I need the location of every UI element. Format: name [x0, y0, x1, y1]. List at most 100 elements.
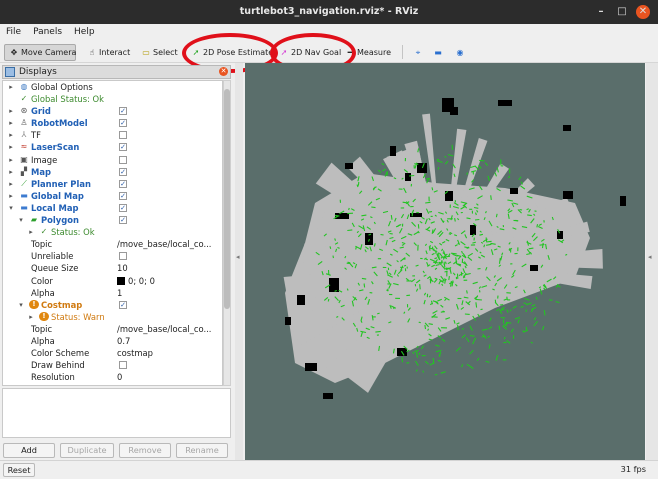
- expanded-arrow-icon[interactable]: ▾: [7, 202, 15, 214]
- reset-button[interactable]: Reset: [3, 463, 35, 477]
- pose-particle: [488, 344, 491, 349]
- duplicate-button[interactable]: Duplicate: [60, 443, 114, 458]
- scrollbar-thumb[interactable]: [224, 89, 230, 309]
- interact-button[interactable]: ☝ Interact: [82, 44, 135, 61]
- property-value-text: 0: [117, 384, 122, 385]
- display-row[interactable]: ▸! Status: Warn: [3, 311, 222, 323]
- display-row[interactable]: Unreliable: [3, 250, 222, 262]
- pose-particle: [523, 302, 527, 305]
- minus-button[interactable]: ▬: [428, 44, 450, 61]
- display-row[interactable]: Alpha 1: [3, 287, 222, 299]
- collapsed-arrow-icon[interactable]: ▸: [7, 117, 15, 129]
- display-row[interactable]: ✓ Global Status: Ok: [3, 93, 222, 105]
- menu-panels[interactable]: Panels: [33, 27, 62, 37]
- visibility-checkbox[interactable]: ✓: [119, 300, 127, 309]
- property-value[interactable]: 0.7: [117, 335, 130, 347]
- visibility-checkbox[interactable]: ✓: [119, 179, 127, 188]
- visibility-checkbox[interactable]: [119, 131, 127, 140]
- expanded-arrow-icon[interactable]: ▾: [17, 214, 25, 226]
- visibility-checkbox[interactable]: [119, 361, 127, 370]
- display-row[interactable]: Topic/move_base/local_co...: [3, 238, 222, 250]
- display-row[interactable]: ▸ ⟋ Planner Plan ✓: [3, 178, 222, 190]
- hand-icon: ☝: [89, 48, 95, 57]
- display-row[interactable]: Draw Behind: [3, 359, 222, 371]
- display-row[interactable]: ▸ ◍ Global Options: [3, 81, 222, 93]
- pose-particle: [377, 169, 382, 173]
- collapse-left-icon[interactable]: ◂: [236, 253, 240, 261]
- expanded-arrow-icon[interactable]: ▾: [17, 299, 25, 311]
- visibility-checkbox[interactable]: ✓: [119, 143, 127, 152]
- display-row[interactable]: ▸ ✓ Status: Ok: [3, 226, 222, 238]
- menu-file[interactable]: File: [6, 27, 21, 37]
- display-row[interactable]: ▾ ▬ Local Map ✓: [3, 202, 222, 214]
- collapsed-arrow-icon[interactable]: ▸: [7, 190, 15, 202]
- visibility-checkbox[interactable]: ✓: [119, 191, 127, 200]
- views-collapse-bar[interactable]: ◂: [646, 63, 658, 460]
- display-row[interactable]: ▸ ♙ RobotModel ✓: [3, 117, 222, 129]
- visibility-checkbox[interactable]: ✓: [119, 107, 127, 116]
- visibility-checkbox[interactable]: [119, 155, 127, 164]
- visibility-checkbox[interactable]: [119, 252, 127, 261]
- display-row[interactable]: ▸ ▣ Image: [3, 154, 222, 166]
- visibility-checkbox[interactable]: ✓: [119, 216, 127, 225]
- property-value[interactable]: 10: [117, 262, 128, 274]
- collapsed-arrow-icon[interactable]: ▸: [7, 141, 15, 153]
- collapsed-arrow-icon[interactable]: ▸: [7, 166, 15, 178]
- pose-particle: [416, 351, 418, 358]
- rename-button[interactable]: Rename: [176, 443, 228, 458]
- focus-camera-button[interactable]: ⌖: [408, 44, 430, 61]
- menu-help[interactable]: Help: [74, 27, 95, 37]
- display-row[interactable]: ▸ ≈ LaserScan ✓: [3, 141, 222, 153]
- display-row[interactable]: Color 0; 0; 0: [3, 275, 222, 287]
- display-row[interactable]: Queue Size 10: [3, 262, 222, 274]
- select-button[interactable]: ▭ Select: [136, 44, 183, 61]
- pose-particle: [469, 349, 474, 355]
- property-value[interactable]: /move_base/local_co...: [117, 238, 211, 250]
- visibility-checkbox[interactable]: ✓: [119, 119, 127, 128]
- maximize-icon[interactable]: □: [615, 5, 629, 19]
- visibility-checkbox[interactable]: ✓: [119, 167, 127, 176]
- display-row[interactable]: Resolution 0: [3, 371, 222, 383]
- pose-particle: [475, 302, 478, 308]
- collapsed-arrow-icon[interactable]: ▸: [7, 129, 15, 141]
- add-button[interactable]: Add: [3, 443, 55, 458]
- display-row[interactable]: ▾ ▰ Polygon ✓: [3, 214, 222, 226]
- close-icon[interactable]: ✕: [636, 5, 650, 19]
- display-row[interactable]: Width 0: [3, 383, 222, 385]
- property-value[interactable]: 0: [117, 371, 122, 383]
- close-panel-icon[interactable]: ✕: [219, 67, 228, 76]
- move-camera-button[interactable]: ✥ Move Camera: [4, 44, 76, 61]
- display-row[interactable]: ▾! Costmap ✓: [3, 299, 222, 311]
- tree-scrollbar[interactable]: [223, 80, 231, 386]
- display-row[interactable]: ▸ ▬ Global Map ✓: [3, 190, 222, 202]
- collapse-right-icon[interactable]: ◂: [648, 253, 652, 261]
- display-row[interactable]: Alpha 0.7: [3, 335, 222, 347]
- minimize-icon[interactable]: –: [594, 5, 608, 19]
- collapsed-arrow-icon[interactable]: ▸: [7, 178, 15, 190]
- panel-splitter[interactable]: ◂: [235, 63, 243, 460]
- collapsed-arrow-icon[interactable]: ▸: [7, 154, 15, 166]
- view-options-button[interactable]: ◉: [450, 44, 472, 61]
- display-row[interactable]: Topic/move_base/local_co...: [3, 323, 222, 335]
- property-value[interactable]: 0: [117, 383, 122, 385]
- render-view[interactable]: [245, 63, 645, 460]
- display-row-label: Global Status: Ok: [31, 94, 104, 105]
- display-row[interactable]: ▸ ▞ Map ✓: [3, 166, 222, 178]
- display-row[interactable]: ▸ ⊛ Grid ✓: [3, 105, 222, 117]
- remove-button[interactable]: Remove: [119, 443, 171, 458]
- visibility-checkbox[interactable]: ✓: [119, 203, 127, 212]
- property-value[interactable]: /move_base/local_co...: [117, 323, 211, 335]
- display-row[interactable]: ▸ ⅄ TF: [3, 129, 222, 141]
- property-value[interactable]: costmap: [117, 347, 153, 359]
- collapsed-arrow-icon[interactable]: ▸: [27, 226, 35, 238]
- property-value[interactable]: 0; 0; 0: [117, 275, 155, 287]
- collapsed-arrow-icon[interactable]: ▸: [7, 105, 15, 117]
- map-canvas[interactable]: [245, 63, 645, 460]
- pose-particle: [461, 364, 464, 368]
- collapsed-arrow-icon[interactable]: ▸: [27, 311, 35, 323]
- pose-particle: [401, 357, 404, 363]
- display-row[interactable]: Color Scheme costmap: [3, 347, 222, 359]
- property-value[interactable]: 1: [117, 287, 122, 299]
- displays-tree[interactable]: ▸ ◍ Global Options ✓ Global Status: Ok ▸ ⊛ Grid…: [2, 80, 223, 386]
- collapsed-arrow-icon[interactable]: ▸: [7, 81, 15, 93]
